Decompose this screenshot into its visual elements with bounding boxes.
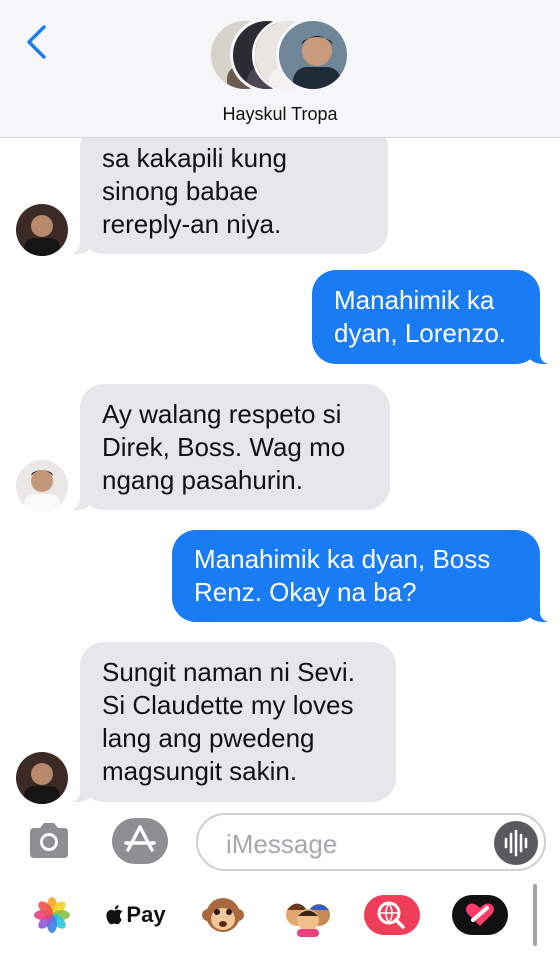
audio-waveform-icon	[504, 829, 528, 857]
incoming-message-bubble[interactable]: Sungit naman ni Sevi. Si Claudette my lo…	[66, 642, 396, 802]
monkey-animoji-icon	[202, 898, 244, 932]
outgoing-message-bubble[interactable]: Manahimik ka dyan, Lorenzo.	[312, 270, 554, 364]
incoming-message-bubble[interactable]: sa kakapili kung sinong babae rereply-an…	[66, 138, 388, 254]
imessage-input[interactable]: iMessage	[196, 813, 546, 871]
chevron-left-icon	[27, 25, 46, 59]
apple-pay-icon	[106, 905, 123, 925]
outgoing-message-bubble[interactable]: Manahimik ka dyan, Boss Renz. Okay na ba…	[172, 530, 554, 622]
group-avatar-stack[interactable]	[208, 18, 352, 94]
back-button[interactable]	[22, 24, 52, 60]
photos-app-button[interactable]	[32, 892, 72, 938]
camera-icon	[30, 823, 68, 858]
camera-button[interactable]	[26, 820, 72, 862]
sender-avatar[interactable]	[16, 460, 68, 512]
web-search-icon	[364, 895, 420, 935]
apple-pay-label: Pay	[126, 902, 166, 927]
compose-bar: iMessage	[0, 808, 560, 876]
incoming-message-bubble[interactable]: Ay walang respeto si Direk, Boss. Wag mo…	[66, 384, 390, 510]
photos-icon	[34, 897, 70, 933]
drawer-scroll-indicator	[533, 884, 537, 946]
conversation-header: Hayskul Tropa	[0, 0, 560, 138]
input-placeholder: iMessage	[226, 829, 338, 859]
group-member-avatar	[276, 18, 350, 92]
message-thread[interactable]: sa kakapili kung sinong babae rereply-an…	[0, 138, 560, 808]
audio-message-button[interactable]	[494, 821, 538, 865]
animoji-button[interactable]	[200, 892, 246, 938]
app-drawer: Pay	[0, 876, 560, 958]
sender-avatar[interactable]	[16, 752, 68, 804]
digital-touch-button[interactable]	[450, 892, 510, 938]
memoji-button[interactable]	[282, 892, 334, 938]
group-name[interactable]: Hayskul Tropa	[0, 104, 560, 125]
sender-avatar[interactable]	[16, 204, 68, 256]
web-search-button[interactable]	[362, 892, 422, 938]
app-store-icon	[124, 825, 156, 852]
apps-button[interactable]	[112, 818, 168, 864]
memoji-icon	[286, 903, 330, 937]
apple-pay-button[interactable]: Pay	[104, 892, 168, 938]
digital-touch-icon	[452, 895, 508, 935]
